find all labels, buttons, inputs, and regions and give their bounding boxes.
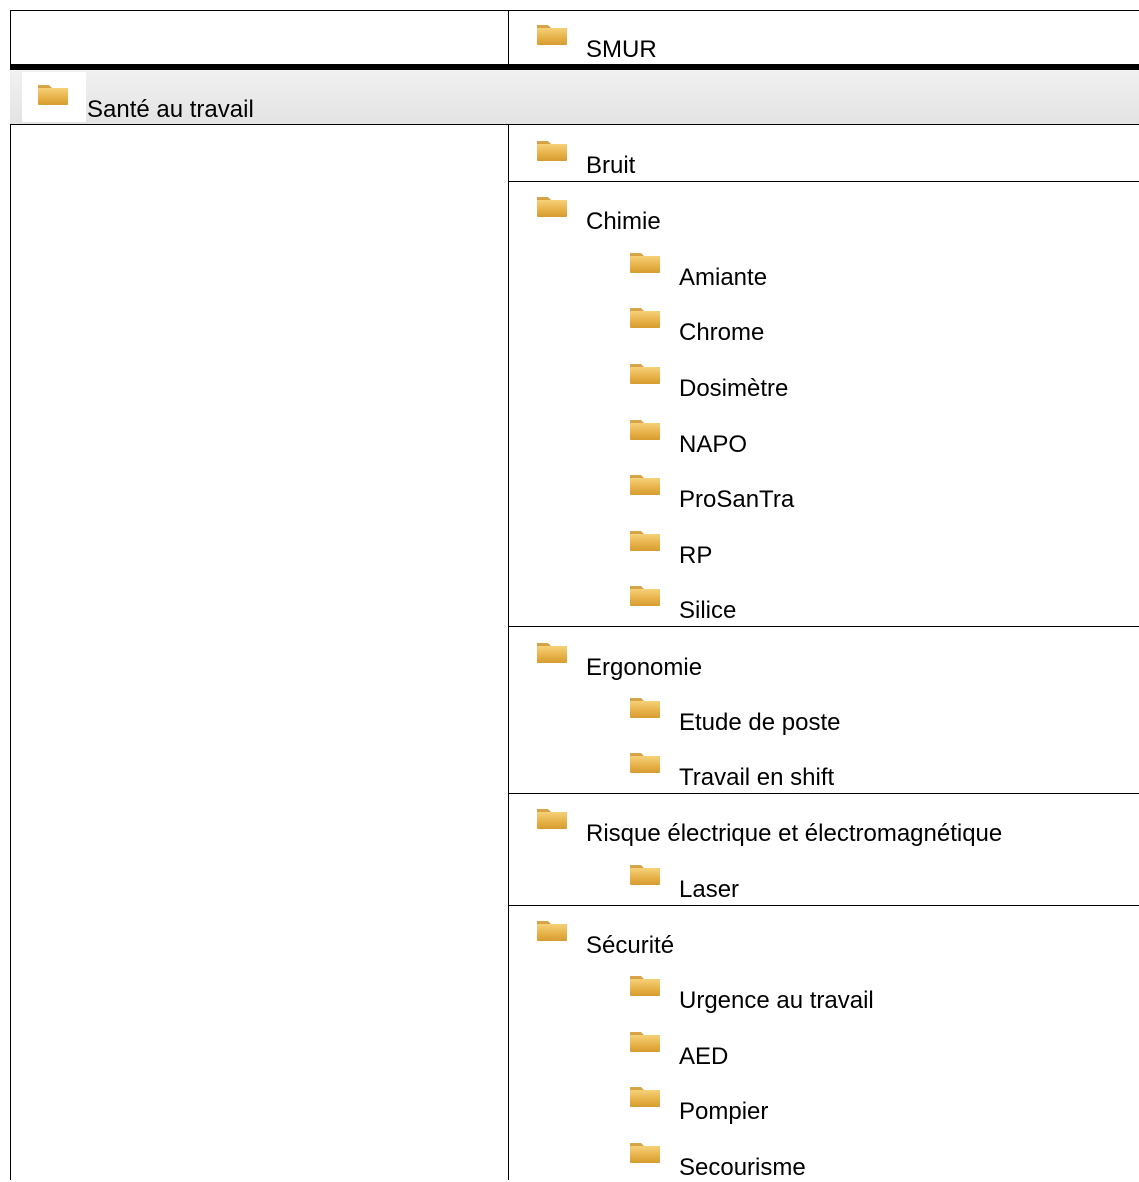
folder-icon bbox=[630, 1032, 660, 1052]
folder-icon bbox=[630, 753, 660, 773]
table-border-top bbox=[10, 10, 1139, 11]
column-divider bbox=[508, 10, 509, 65]
folder-icon bbox=[630, 865, 660, 885]
folder-icon bbox=[630, 420, 660, 440]
folder-icon bbox=[630, 1087, 660, 1107]
folder-label: Silice bbox=[679, 597, 737, 624]
folder-label: Urgence au travail bbox=[679, 987, 874, 1014]
folder-label: Pompier bbox=[679, 1098, 769, 1125]
folder-icon bbox=[630, 698, 660, 718]
section-title: Santé au travail bbox=[87, 96, 254, 123]
folder-icon bbox=[630, 253, 660, 273]
folder-label: AED bbox=[679, 1043, 729, 1070]
column-divider bbox=[508, 124, 509, 1180]
folder-icon bbox=[630, 308, 660, 328]
folder-label: Chrome bbox=[679, 319, 765, 346]
folder-label: Sécurité bbox=[586, 932, 675, 959]
section-divider-bottom bbox=[10, 124, 1139, 125]
folder-label: Risque électrique et électromagnétique bbox=[586, 820, 1003, 847]
folder-icon bbox=[537, 25, 567, 45]
table-border-left bbox=[10, 10, 11, 1180]
folder-label: Chimie bbox=[586, 208, 661, 235]
folder-icon bbox=[537, 921, 567, 941]
folder-icon bbox=[630, 364, 660, 384]
folder-icon bbox=[630, 586, 660, 606]
folder-icon bbox=[537, 197, 567, 217]
folder-icon bbox=[537, 643, 567, 663]
folder-label: Laser bbox=[679, 876, 740, 903]
folder-icon bbox=[630, 976, 660, 996]
folder-label: Etude de poste bbox=[679, 709, 841, 736]
folder-label: Travail en shift bbox=[679, 764, 835, 791]
folder-label: Dosimètre bbox=[679, 375, 789, 402]
folder-icon bbox=[38, 85, 68, 105]
folder-label: NAPO bbox=[679, 431, 748, 458]
row-divider bbox=[508, 626, 1139, 627]
folder-label: Amiante bbox=[679, 264, 768, 291]
folder-icon bbox=[537, 809, 567, 829]
folder-label: ProSanTra bbox=[679, 486, 795, 513]
folder-icon bbox=[537, 141, 567, 161]
row-divider bbox=[508, 905, 1139, 906]
folder-icon bbox=[630, 475, 660, 495]
folder-label: Bruit bbox=[586, 152, 636, 179]
folder-label: Secourisme bbox=[679, 1154, 806, 1181]
folder-label: Ergonomie bbox=[586, 654, 703, 681]
folder-icon bbox=[630, 531, 660, 551]
folder-label: SMUR bbox=[586, 36, 657, 63]
row-divider bbox=[508, 793, 1139, 794]
row-divider bbox=[508, 181, 1139, 182]
folder-icon bbox=[630, 1143, 660, 1163]
folder-label: RP bbox=[679, 542, 713, 569]
